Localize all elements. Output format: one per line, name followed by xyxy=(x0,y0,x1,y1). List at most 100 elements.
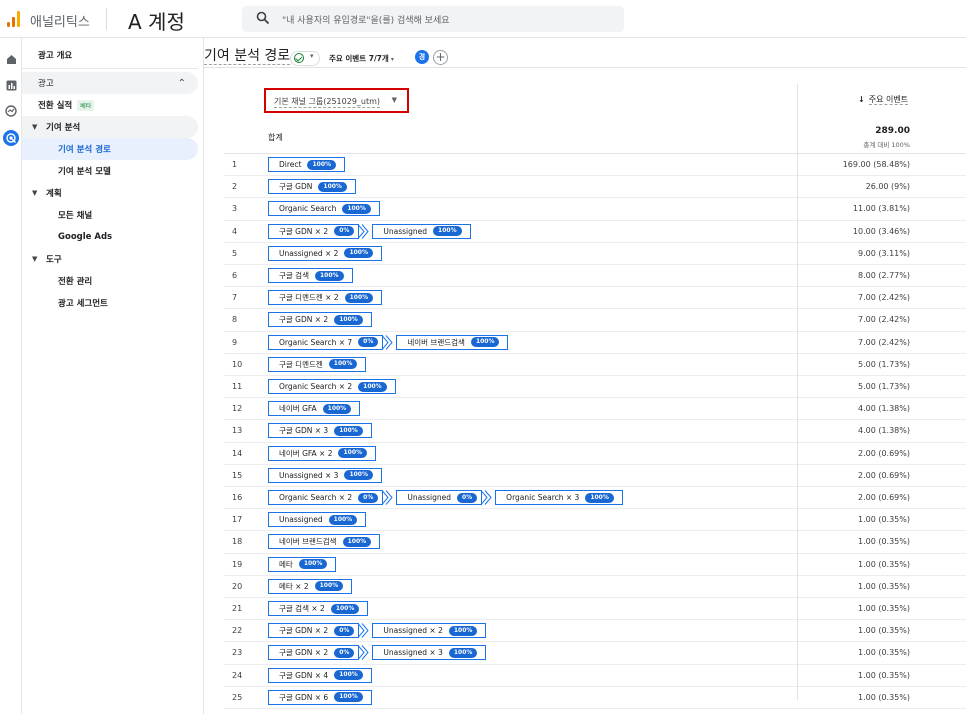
conversion-path: 구글 검색 100% xyxy=(268,268,353,283)
path-step[interactable]: 메타 100% xyxy=(268,556,337,572)
check-circle-icon xyxy=(294,53,304,63)
search-input[interactable]: "내 사용자의 유입경로"을(를) 검색해 보세요 xyxy=(282,13,450,26)
row-number: 11 xyxy=(232,382,243,391)
path-step[interactable]: Organic Search × 2 0% xyxy=(268,490,384,505)
path-arrow-icon xyxy=(358,645,370,661)
sidebar-item-google-ads[interactable]: Google Ads xyxy=(22,226,198,248)
sidebar-group-tools[interactable]: ▼ 도구 xyxy=(22,248,198,270)
credit-percent-badge: 100% xyxy=(334,692,363,703)
search-box[interactable]: "내 사용자의 유입경로"을(를) 검색해 보세요 xyxy=(242,6,624,32)
account-selector[interactable]: A 계정 xyxy=(128,6,185,35)
table-row: 6 구글 검색 100% 8.00 (2.77%) xyxy=(224,265,966,288)
sidebar-item-conversion-performance[interactable]: 전환 실적 베타 xyxy=(22,94,198,116)
sidebar-item-label: 광고 개요 xyxy=(38,51,73,61)
path-step[interactable]: Organic Search × 2 100% xyxy=(268,379,396,394)
analytics-logo-icon[interactable] xyxy=(6,10,22,27)
path-step[interactable]: 구글 GDN × 2 0% xyxy=(268,645,360,661)
path-step[interactable]: 구글 GDN × 3 100% xyxy=(268,423,372,439)
path-step[interactable]: 구글 검색 × 2 100% xyxy=(268,601,369,616)
home-icon[interactable] xyxy=(4,52,18,66)
advertising-icon[interactable] xyxy=(3,130,19,146)
path-step[interactable]: Unassigned × 2 100% xyxy=(372,623,487,639)
path-step[interactable]: 구글 GDN × 2 100% xyxy=(268,312,372,328)
path-step[interactable]: Direct 100% xyxy=(268,157,346,172)
sidebar-item-overview[interactable]: 광고 개요 xyxy=(22,44,198,66)
sidebar-group-attribution[interactable]: ▼ 기여 분석 xyxy=(22,116,198,138)
path-step[interactable]: 구글 검색 100% xyxy=(268,268,353,283)
path-step[interactable]: 구글 디멘드젠 × 2 100% xyxy=(268,290,383,306)
reports-icon[interactable] xyxy=(4,78,18,92)
table-row: 11 Organic Search × 2 100% 5.00 (1.73%) xyxy=(224,376,966,399)
sidebar-item-ad-segments[interactable]: 광고 세그먼트 xyxy=(22,292,198,314)
sidebar-item-attribution-paths[interactable]: 기여 분석 경로 xyxy=(22,138,198,160)
path-step-label: Direct xyxy=(279,160,302,169)
path-step[interactable]: Unassigned × 3 100% xyxy=(372,645,487,661)
path-step[interactable]: 메타 × 2 100% xyxy=(268,578,353,594)
path-step-label: 구글 GDN × 4 xyxy=(279,670,329,680)
key-events-label: 주요 이벤트 7/7개 xyxy=(329,54,389,63)
metric-column-header[interactable]: ↓ 주요 이벤트 xyxy=(858,94,909,105)
credit-percent-badge: 100% xyxy=(328,359,358,370)
path-step-label: 네이버 브랜드검색 xyxy=(407,337,465,347)
path-step[interactable]: 구글 GDN × 2 0% xyxy=(268,623,360,639)
add-comparison-button[interactable]: + xyxy=(433,50,448,65)
divider xyxy=(22,68,198,69)
path-step[interactable]: 네이버 GFA 100% xyxy=(268,401,361,417)
path-step[interactable]: Organic Search × 7 0% xyxy=(268,334,384,350)
path-step[interactable]: Unassigned × 2 100% xyxy=(268,245,382,261)
credit-percent-badge: 100% xyxy=(585,492,614,503)
path-step-label: Organic Search × 7 xyxy=(279,337,353,347)
data-quality-chip[interactable]: ▾ xyxy=(290,51,320,66)
explore-icon[interactable] xyxy=(4,104,18,118)
path-step[interactable]: 구글 GDN × 6 100% xyxy=(268,689,372,705)
path-step-label: 구글 GDN × 2 xyxy=(279,315,329,325)
path-step[interactable]: 네이버 브랜드검색 100% xyxy=(396,334,509,350)
sidebar-group-planning[interactable]: ▼ 계획 xyxy=(22,182,198,204)
path-step[interactable]: 구글 GDN 100% xyxy=(268,179,356,195)
path-step[interactable]: 구글 GDN × 2 0% xyxy=(268,223,360,239)
key-events-filter[interactable]: 주요 이벤트 7/7개 ▾ xyxy=(329,53,394,64)
row-number: 23 xyxy=(232,648,243,658)
path-step[interactable]: Unassigned × 3 100% xyxy=(268,467,382,483)
row-number: 21 xyxy=(232,604,243,613)
path-step[interactable]: Unassigned 100% xyxy=(372,223,471,239)
caret-down-icon: ▼ xyxy=(32,189,38,197)
page-title[interactable]: 기여 분석 경로 xyxy=(204,48,291,65)
path-step[interactable]: 구글 GDN × 4 100% xyxy=(268,667,372,683)
comparison-avatar[interactable]: 경 xyxy=(415,50,429,64)
conversion-path: 네이버 GFA × 2 100% xyxy=(268,445,377,461)
credit-percent-badge: 100% xyxy=(318,181,347,192)
sidebar-item-label: Google Ads xyxy=(58,232,113,242)
sidebar-group-ads[interactable]: 광고 ⌃ xyxy=(22,72,198,94)
conversion-path: 구글 GDN × 4 100% xyxy=(268,667,372,683)
caret-down-icon: ▼ xyxy=(391,96,397,104)
credit-percent-badge: 100% xyxy=(328,514,358,525)
credit-percent-badge: 0% xyxy=(334,647,355,658)
total-subtext: 총계 대비 100% xyxy=(863,141,910,149)
row-number: 16 xyxy=(232,493,243,502)
credit-percent-badge: 100% xyxy=(307,159,337,170)
credit-percent-badge: 0% xyxy=(456,492,478,503)
path-step[interactable]: 네이버 GFA × 2 100% xyxy=(268,445,377,461)
key-events-value: 5.00 (1.73%) xyxy=(857,382,910,391)
table-row: 7 구글 디멘드젠 × 2 100% 7.00 (2.42%) xyxy=(224,287,966,310)
path-step[interactable]: 구글 디멘드젠 100% xyxy=(268,356,367,372)
sidebar-item-conversion-management[interactable]: 전환 관리 xyxy=(22,270,198,292)
table-row: 23 구글 GDN × 2 0% Unassigned × 3 100% 1.00 (0.… xyxy=(224,642,966,665)
sidebar-item-attribution-models[interactable]: 기여 분석 모델 xyxy=(22,160,198,182)
sidebar-item-all-channels[interactable]: 모든 채널 xyxy=(22,204,198,226)
path-step[interactable]: Organic Search × 3 100% xyxy=(495,490,623,505)
path-step[interactable]: 네이버 브랜드검색 100% xyxy=(268,534,381,550)
path-step[interactable]: Unassigned 100% xyxy=(268,512,367,528)
path-step[interactable]: Organic Search 100% xyxy=(268,201,380,217)
dimension-selector[interactable]: 기본 채널 그룹(251029_utm) ▼ xyxy=(264,88,409,113)
conversion-path: Organic Search × 7 0% 네이버 브랜드검색 100% xyxy=(268,334,509,350)
conversion-path: Direct 100% xyxy=(268,157,346,172)
row-number: 10 xyxy=(232,359,243,369)
table-row: 15 Unassigned × 3 100% 2.00 (0.69%) xyxy=(224,465,966,487)
credit-percent-badge: 100% xyxy=(470,337,500,348)
path-step-label: 네이버 GFA xyxy=(279,404,317,414)
path-step[interactable]: Unassigned 0% xyxy=(396,490,483,505)
path-step-label: Organic Search × 3 xyxy=(506,493,580,502)
path-step-label: Unassigned xyxy=(407,493,451,502)
